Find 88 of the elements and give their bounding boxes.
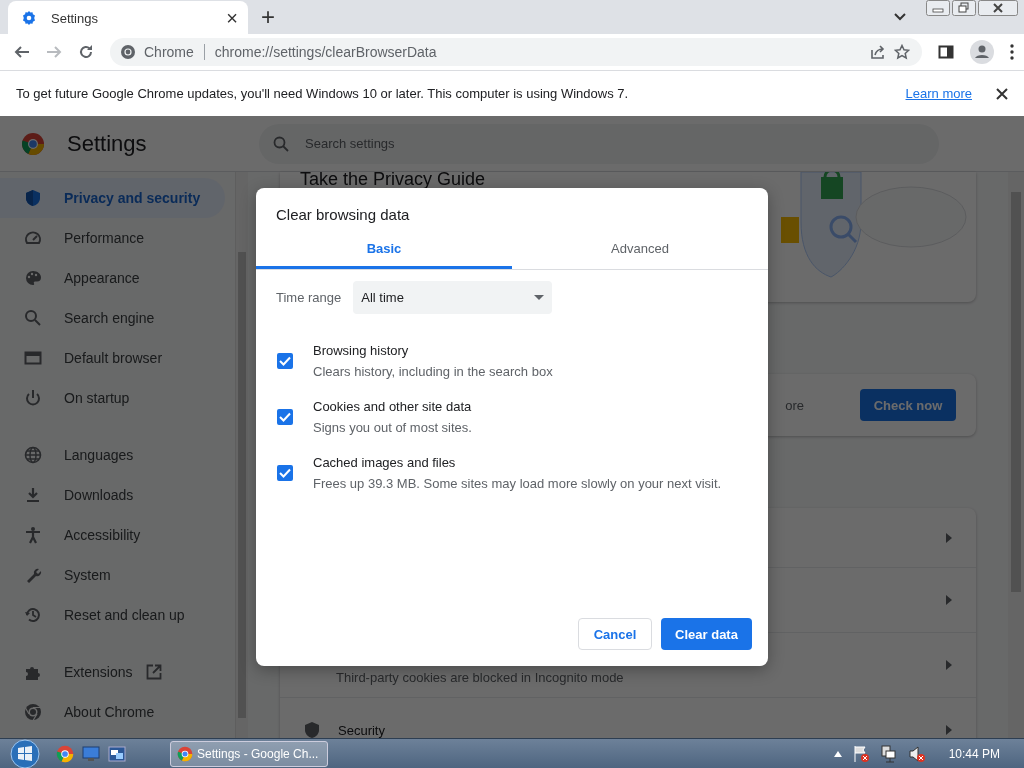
option-title: Cookies and other site data [313, 399, 472, 414]
sidebar-item[interactable]: Reset and clean up [0, 595, 225, 635]
browser-tab[interactable]: Settings × [8, 1, 248, 35]
back-arrow-icon[interactable] [14, 44, 30, 60]
external-link-icon[interactable] [146, 664, 163, 680]
option-description: Signs you out of most sites. [313, 420, 472, 435]
learn-more-link[interactable]: Learn more [905, 86, 972, 101]
flag-icon[interactable] [851, 744, 870, 763]
option-title: Cached images and files [313, 455, 457, 470]
palette-icon [24, 269, 42, 287]
power-icon [24, 389, 42, 407]
scrollbar[interactable] [235, 172, 248, 738]
sidebar-item[interactable]: Search engine [0, 298, 225, 338]
profile-avatar-icon[interactable] [970, 40, 994, 64]
minimize-button[interactable] [926, 0, 950, 16]
update-message: To get future Google Chrome updates, you'll need Windows 10 or later. This computer is using Windows 7. [16, 86, 629, 101]
more-menu-icon[interactable] [1010, 44, 1014, 60]
download-icon [24, 486, 42, 504]
chrome-icon [24, 703, 42, 721]
caret-right-icon[interactable] [946, 725, 952, 735]
search-field[interactable]: Search settings [259, 123, 939, 164]
checkbox[interactable] [277, 409, 293, 425]
check-now-button[interactable]: Check now [860, 389, 956, 421]
sidebar-item[interactable]: Default browser [0, 338, 225, 378]
restore-button[interactable] [952, 0, 976, 16]
row-title: Security [338, 722, 386, 738]
cancel-button[interactable]: Cancel [578, 618, 652, 650]
chevron-down-icon[interactable] [894, 13, 906, 21]
chrome-icon [177, 745, 193, 762]
row-description: Third-party cookies are blocked in Incognito mode [336, 670, 625, 685]
side-panel-icon[interactable] [938, 44, 954, 60]
sidebar-item[interactable]: System [0, 555, 225, 595]
history-icon [24, 606, 42, 624]
shield-icon [24, 189, 42, 207]
caret-right-icon[interactable] [946, 660, 952, 670]
address-bar[interactable]: Chrome chrome://settings/clearBrowserData [110, 38, 922, 66]
option-title: Browsing history [313, 343, 410, 358]
time-range-dropdown[interactable]: All time [353, 281, 553, 314]
new-tab-button[interactable]: + [261, 5, 275, 29]
close-button[interactable]: × [226, 8, 238, 28]
card-title: Take the Privacy Guide [300, 172, 486, 187]
windows-icon[interactable] [108, 745, 126, 762]
sidebar-item[interactable]: Performance [0, 218, 225, 258]
clock[interactable]: 10:44 PM [948, 746, 1000, 761]
tray-arrow-icon[interactable] [833, 750, 842, 757]
sidebar-item[interactable]: Languages [0, 435, 225, 475]
star-icon[interactable] [894, 44, 910, 60]
speaker-muted-icon[interactable] [907, 744, 926, 763]
start-button[interactable] [8, 738, 42, 768]
dialog-tab[interactable]: Advanced [512, 231, 768, 269]
caret-right-icon[interactable] [946, 532, 952, 543]
taskbar-window-button[interactable]: Settings - Google Ch... [170, 740, 328, 767]
dialog-title: Clear browsing data [275, 205, 411, 223]
scrollbar[interactable] [1008, 172, 1024, 738]
sidebar-item[interactable]: About Chrome [0, 692, 225, 732]
time-range-label: Time range [276, 290, 342, 305]
gauge-icon [24, 229, 42, 247]
network-icon[interactable] [879, 744, 898, 763]
settings-title: Settings [67, 130, 148, 157]
close-icon[interactable] [996, 87, 1008, 100]
caret-down-icon [534, 295, 545, 300]
clear-data-button[interactable]: Clear data [661, 618, 752, 650]
dialog-tab[interactable]: Basic [256, 231, 512, 269]
sidebar-item[interactable]: Extensions [0, 652, 225, 692]
share-icon[interactable] [870, 44, 886, 60]
option-description: Frees up 39.3 MB. Some sites may load more slowly on your next visit. [313, 476, 722, 491]
checkbox[interactable] [277, 353, 293, 369]
chrome-logo-icon [21, 131, 45, 156]
sidebar-item[interactable]: Downloads [0, 475, 225, 515]
close-button[interactable] [978, 0, 1018, 16]
gear-icon [21, 10, 37, 26]
safety-check-text: ore [785, 397, 804, 413]
checkbox[interactable] [277, 465, 293, 481]
sidebar-item[interactable]: Privacy and security [0, 178, 225, 218]
sidebar-item[interactable]: Appearance [0, 258, 225, 298]
caret-right-icon[interactable] [946, 595, 952, 605]
search-icon [273, 135, 289, 152]
search-icon [24, 309, 42, 327]
accessibility-icon [24, 526, 42, 544]
globe-icon [24, 446, 42, 464]
chrome-icon[interactable] [56, 744, 74, 763]
browser-window-icon [24, 349, 42, 367]
shield-icon [304, 721, 320, 738]
reload-icon[interactable] [78, 44, 94, 60]
sidebar-item[interactable]: Accessibility [0, 515, 225, 555]
chrome-icon [120, 44, 136, 60]
sidebar-item[interactable]: On startup [0, 378, 225, 418]
option-description: Clears history, including in the search box [313, 364, 553, 379]
